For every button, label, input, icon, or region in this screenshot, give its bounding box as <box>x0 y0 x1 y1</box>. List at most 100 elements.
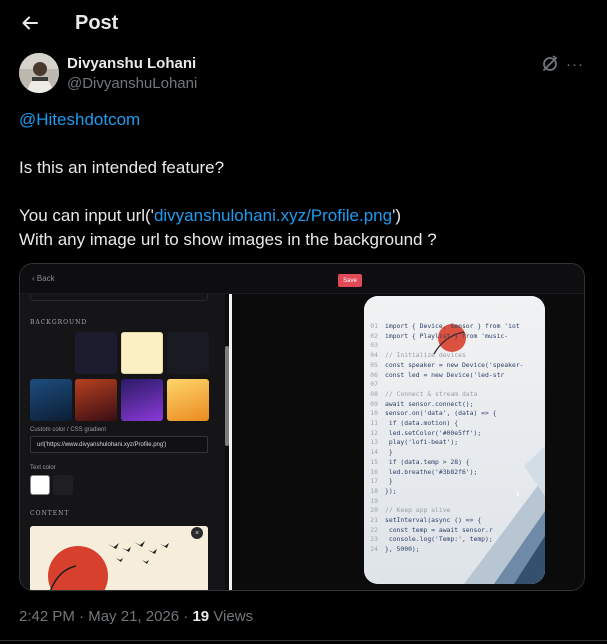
code-line-number: 10 <box>370 409 378 418</box>
code-line-text: if (data.motion) { <box>385 419 459 427</box>
app-top-bar: ‹ Back Save <box>20 264 584 294</box>
content-image-preview <box>30 526 208 590</box>
divider <box>0 640 607 641</box>
phone-preview: 01 import { Device, Sensor } from 'iot 02 i… <box>364 296 545 584</box>
code-line: 08 // Connect & stream data <box>364 390 477 400</box>
code-line: 24}, 5000); <box>364 545 420 555</box>
grok-icon <box>539 55 561 79</box>
post-media-image[interactable]: ‹ Back Save BACKGROUND Custom color / CS… <box>19 263 585 591</box>
text-swatch-dark <box>53 475 73 495</box>
code-line-number: 05 <box>370 360 378 369</box>
views-label: Views <box>209 608 254 625</box>
back-button[interactable] <box>14 9 46 41</box>
avatar[interactable] <box>19 53 59 93</box>
views-count: 19 <box>192 608 210 625</box>
code-line: 19 <box>364 497 385 507</box>
code-line-number: 02 <box>370 331 378 340</box>
code-line-number: 07 <box>370 380 378 389</box>
custom-color-label: Custom color / CSS gradient <box>30 427 107 433</box>
tweet-line-2: You can input url('divyanshulohani.xyz/P… <box>19 204 589 228</box>
app-save-button: Save <box>338 274 362 287</box>
code-line: 21 setInterval(async () => { <box>364 516 481 526</box>
code-line-text: const speaker = new Device('speaker- <box>385 360 524 369</box>
code-line-number: 20 <box>370 506 378 515</box>
swatch-blue-gradient <box>30 379 72 421</box>
code-line: 20 // Keep app alive <box>364 506 450 516</box>
code-line-number: 04 <box>370 351 378 360</box>
code-line: 11 if (data.motion) { <box>364 419 458 429</box>
editor-panel: BACKGROUND Custom color / CSS gradient u… <box>20 294 225 590</box>
code-line-number: 22 <box>370 525 378 534</box>
code-line: 16 led.breathe('#3b82f6'); <box>364 468 477 478</box>
code-line: 18}); <box>364 487 396 497</box>
grok-button[interactable] <box>539 53 561 75</box>
code-line: 17 } <box>364 477 393 487</box>
code-line-number: 12 <box>370 428 378 437</box>
post-time[interactable]: 2:42 PM <box>19 608 75 625</box>
code-line-number: 13 <box>370 438 378 447</box>
author-row: Divyanshu Lohani @DivyanshuLohani ··· <box>19 53 589 95</box>
more-options-button[interactable]: ··· <box>564 53 586 75</box>
code-line: 13 play('lofi-beat'); <box>364 438 458 448</box>
code-line: 07 <box>364 380 385 390</box>
code-line-number: 21 <box>370 516 378 524</box>
code-line: 01 import { Device, Sensor } from 'iot <box>364 322 520 332</box>
panel-top-strip <box>30 294 208 301</box>
code-line-text: } <box>385 448 393 457</box>
swatch-charcoal <box>167 332 209 374</box>
arrow-left-icon <box>20 13 40 38</box>
post-date[interactable]: May 21, 2026 <box>88 608 179 625</box>
code-line-number: 17 <box>370 477 378 486</box>
code-line-number: 06 <box>370 370 378 379</box>
meta-separator-2: · <box>179 608 193 625</box>
swatch-dark-navy <box>75 332 117 374</box>
meta-separator: · <box>74 608 89 625</box>
code-line: 04 // Initialize devices <box>364 351 466 361</box>
code-line-text: const temp = await sensor.r <box>385 525 493 534</box>
code-line: 14 } <box>364 448 393 458</box>
post-header: Post <box>0 0 607 50</box>
remove-image-button: × <box>191 527 203 539</box>
code-line: 05 const speaker = new Device('speaker- <box>364 360 524 371</box>
custom-background-input: url('https://www.divyanshulohani.xyz/Pro… <box>30 436 208 453</box>
code-line: 15 if (data.temp > 28) { <box>364 457 469 468</box>
code-line-text: import { Device, Sensor } from 'iot <box>385 322 520 330</box>
code-line-number: 23 <box>370 535 378 544</box>
tweet-line-1: Is this an intended feature? <box>19 158 225 177</box>
image-url-link[interactable]: divyanshulohani.xyz/Profile.png <box>154 206 392 225</box>
code-line-text: } <box>385 477 393 486</box>
code-line-text: led.breathe('#3b82f6'); <box>385 467 478 476</box>
code-line-text: play('lofi-beat'); <box>385 438 459 447</box>
code-line-text: // Connect & stream data <box>385 389 478 398</box>
text-swatch-white <box>30 475 50 495</box>
tweet-line-3: With any image url to show images in the… <box>19 230 437 249</box>
code-line-text: console.log('Temp:', temp); <box>385 535 493 544</box>
code-line-number: 01 <box>370 322 378 330</box>
code-line-number: 15 <box>370 457 378 466</box>
code-line-text: }, 5000); <box>385 545 420 554</box>
code-line: 22 const temp = await sensor.r <box>364 525 493 536</box>
mention-link[interactable]: @Hiteshdotcom <box>19 110 140 129</box>
background-heading: BACKGROUND <box>30 319 88 326</box>
code-line: 12 led.setColor('#00e5ff'); <box>364 429 481 439</box>
swatch-orange-gradient <box>167 379 209 421</box>
more-dots-icon: ··· <box>566 55 584 73</box>
app-back-link: ‹ Back <box>32 274 55 283</box>
preview-panel: 01 import { Device, Sensor } from 'iot 02 i… <box>232 294 584 590</box>
page-title: Post <box>75 12 119 34</box>
post-meta: 2:42 PM · May 21, 2026 · 19 Views <box>19 608 253 625</box>
code-line-number: 14 <box>370 448 378 457</box>
author-handle[interactable]: @DivyanshuLohani <box>67 75 197 92</box>
swatch-cream <box>121 332 163 374</box>
code-line-text: sensor.on('data', (data) => { <box>385 409 497 418</box>
code-line-number: 19 <box>370 496 378 505</box>
code-line: 02 import { Playlist } from 'music- <box>364 332 508 342</box>
code-line: 09 await sensor.connect(); <box>364 400 473 410</box>
tweet-line-2-suffix: ') <box>392 206 402 225</box>
code-line-number: 08 <box>370 389 378 398</box>
swatch-purple-gradient <box>121 379 163 421</box>
code-line-number: 03 <box>370 341 378 350</box>
code-line-number: 11 <box>370 419 378 427</box>
author-name[interactable]: Divyanshu Lohani <box>67 55 196 72</box>
code-line-text: setInterval(async () => { <box>385 516 482 524</box>
